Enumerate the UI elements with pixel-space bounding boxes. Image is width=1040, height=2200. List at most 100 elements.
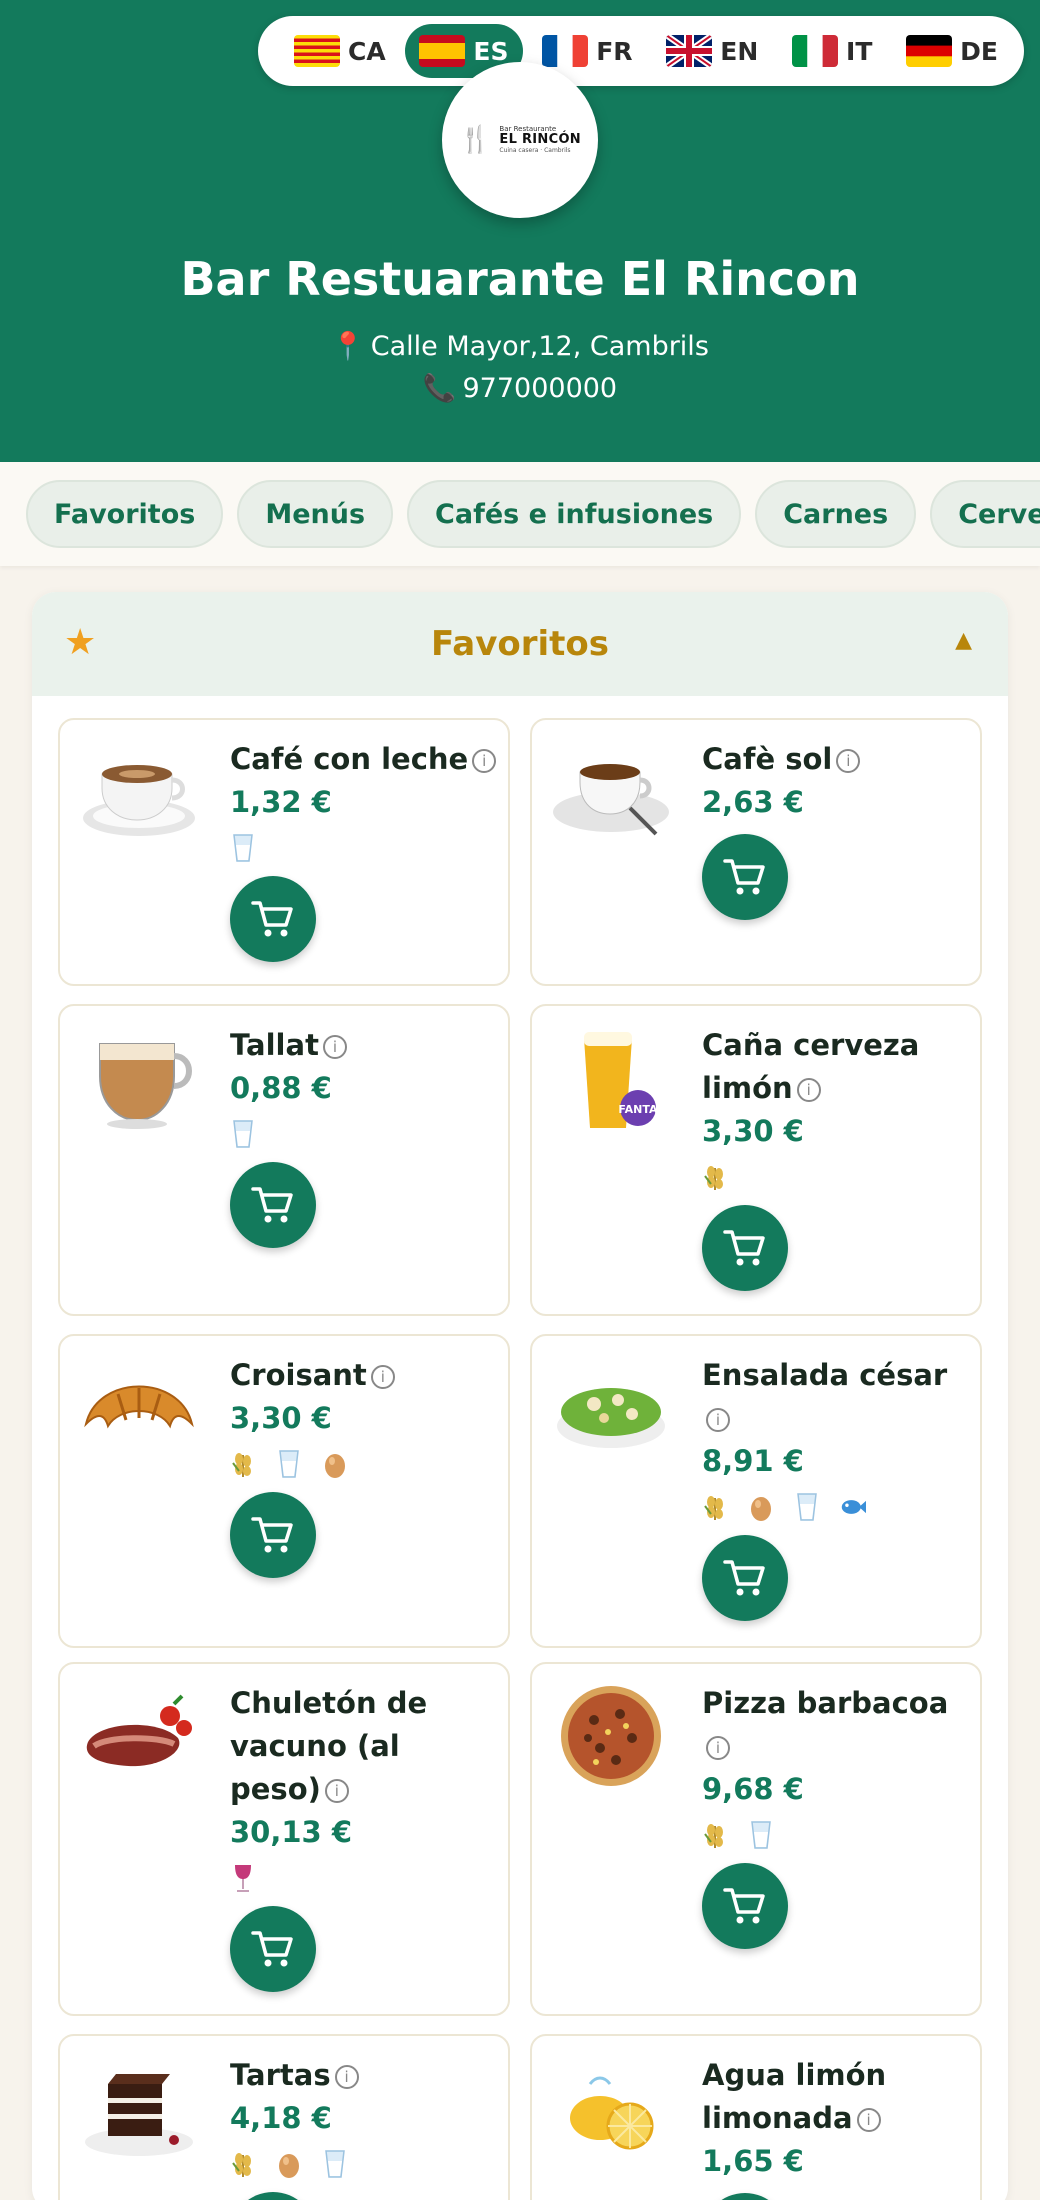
product-price: 30,13 €: [230, 1815, 353, 1849]
add-to-cart-button[interactable]: [230, 1492, 316, 1578]
lang-it-button[interactable]: IT: [778, 24, 886, 78]
lemon-icon: [550, 2054, 672, 2162]
lang-ca-button[interactable]: CA: [280, 24, 400, 78]
product-price: 3,30 €: [702, 1114, 804, 1148]
fr-flag-icon: [542, 35, 589, 67]
restaurant-header: CA ES FR EN IT DE 🍴 Bar Restaurante EL R…: [0, 0, 1040, 462]
category-chip-favoritos[interactable]: Favoritos: [26, 480, 224, 548]
allergen-list: [230, 1110, 498, 1158]
es-flag-icon: [419, 35, 466, 67]
category-chip-cafes[interactable]: Cafés e infusiones: [407, 480, 742, 548]
language-selector: CA ES FR EN IT DE: [258, 16, 1024, 86]
product-name: Tartas i: [230, 2054, 498, 2097]
restaurant-logo: 🍴 Bar Restaurante EL RINCÓN Cuina casera…: [442, 62, 598, 218]
product-card[interactable]: Agua limón limonada i 1,65 €: [530, 2034, 982, 2200]
section-header[interactable]: ★ Favoritos ▲: [32, 592, 1008, 696]
product-card[interactable]: Ensalada césar i 8,91 €: [530, 1334, 982, 1648]
allergen-list: [702, 1483, 970, 1531]
product-card[interactable]: Tallat i 0,88 €: [58, 1004, 510, 1316]
product-card[interactable]: Chuletón de vacuno (al peso) i 30,13 €: [58, 1662, 510, 2016]
add-to-cart-button[interactable]: [230, 2192, 316, 2200]
cart-icon: [251, 899, 295, 939]
info-icon[interactable]: i: [322, 1035, 347, 1059]
info-icon[interactable]: i: [370, 1365, 395, 1389]
info-icon[interactable]: i: [324, 1779, 349, 1803]
gluten-icon: [702, 1492, 728, 1522]
cart-icon: [723, 1886, 767, 1926]
lang-es-label: ES: [473, 36, 509, 66]
category-chip-carnes[interactable]: Carnes: [755, 480, 917, 548]
allergen-list: [702, 1811, 970, 1859]
milk-icon: [322, 2149, 348, 2179]
product-name: Ensalada césar i: [702, 1354, 970, 1440]
product-price: 0,88 €: [230, 1071, 332, 1105]
gluten-icon: [230, 1449, 256, 1479]
logo-sub-text: Cuina casera · Cambrils: [499, 146, 571, 154]
product-name-text: Croisant: [230, 1358, 367, 1392]
add-to-cart-button[interactable]: [702, 1205, 788, 1291]
fish-icon: [840, 1492, 866, 1522]
info-icon[interactable]: i: [706, 1408, 730, 1432]
info-icon[interactable]: i: [836, 749, 861, 773]
steak-icon: [78, 1682, 200, 1790]
product-name-text: Cafè sol: [702, 742, 833, 776]
coffee-cup-icon: [78, 738, 200, 846]
product-card[interactable]: FANTA Caña cerveza limón i 3,30 €: [530, 1004, 982, 1316]
info-icon[interactable]: i: [796, 1078, 821, 1102]
category-chip-menus[interactable]: Menús: [237, 480, 394, 548]
add-to-cart-button[interactable]: [230, 876, 316, 962]
product-price: 8,91 €: [702, 1444, 804, 1478]
allergen-list: [230, 1854, 498, 1902]
de-flag-icon: [906, 35, 953, 67]
allergen-list: [230, 2140, 498, 2188]
info-icon[interactable]: i: [334, 2065, 359, 2089]
product-name: Chuletón de vacuno (al peso) i: [230, 1682, 498, 1811]
info-icon[interactable]: i: [706, 1736, 730, 1760]
product-card[interactable]: Café con leche i 1,32 €: [58, 718, 510, 986]
milk-icon: [276, 1449, 302, 1479]
add-to-cart-button[interactable]: [702, 1863, 788, 1949]
add-to-cart-button[interactable]: [702, 834, 788, 920]
product-name: Cafè sol i: [702, 738, 970, 781]
product-price: 2,63 €: [702, 785, 804, 819]
product-card[interactable]: Pizza barbacoa i 9,68 €: [530, 1662, 982, 2016]
favoritos-section: ★ Favoritos ▲ Café con leche i 1,32 € Cafè …: [32, 592, 1008, 2200]
milk-icon: [748, 1820, 774, 1850]
product-card[interactable]: Croisant i 3,30 €: [58, 1334, 510, 1648]
add-to-cart-button[interactable]: [230, 1162, 316, 1248]
product-name-text: Tallat: [230, 1028, 319, 1062]
add-to-cart-button[interactable]: [702, 1535, 788, 1621]
add-to-cart-button[interactable]: [230, 1906, 316, 1992]
product-card[interactable]: Cafè sol i 2,63 €: [530, 718, 982, 986]
lang-de-button[interactable]: DE: [892, 24, 1012, 78]
egg-icon: [276, 2149, 302, 2179]
product-price: 9,68 €: [702, 1772, 804, 1806]
add-to-cart-button[interactable]: [702, 2193, 788, 2200]
milk-icon: [230, 1119, 256, 1149]
caret-up-icon[interactable]: ▲: [955, 628, 972, 653]
espresso-cup-icon: [550, 738, 672, 846]
product-card[interactable]: Tartas i 4,18 €: [58, 2034, 510, 2200]
section-title: Favoritos: [431, 624, 609, 664]
lang-fr-label: FR: [596, 36, 633, 66]
cart-icon: [723, 857, 767, 897]
cart-icon: [723, 1228, 767, 1268]
category-chip-cervezas[interactable]: Cervezas: [930, 480, 1040, 548]
info-icon[interactable]: i: [472, 749, 497, 773]
gluten-icon: [702, 1162, 728, 1192]
lang-en-button[interactable]: EN: [652, 24, 772, 78]
egg-icon: [322, 1449, 348, 1479]
product-name: Pizza barbacoa i: [702, 1682, 970, 1768]
product-name-text: Café con leche: [230, 742, 469, 776]
gluten-icon: [230, 2149, 256, 2179]
product-name: Caña cerveza limón i: [702, 1024, 970, 1110]
product-price: 3,30 €: [230, 1401, 332, 1435]
allergen-list: [702, 1153, 970, 1201]
info-icon[interactable]: i: [856, 2108, 881, 2132]
product-name: Café con leche i: [230, 738, 498, 781]
croissant-icon: [78, 1354, 200, 1462]
milk-icon: [230, 833, 256, 863]
phone-line[interactable]: 📞 977000000: [0, 372, 1040, 404]
category-nav[interactable]: Favoritos Menús Cafés e infusiones Carne…: [0, 462, 1040, 566]
product-name-text: Ensalada césar: [702, 1358, 948, 1392]
